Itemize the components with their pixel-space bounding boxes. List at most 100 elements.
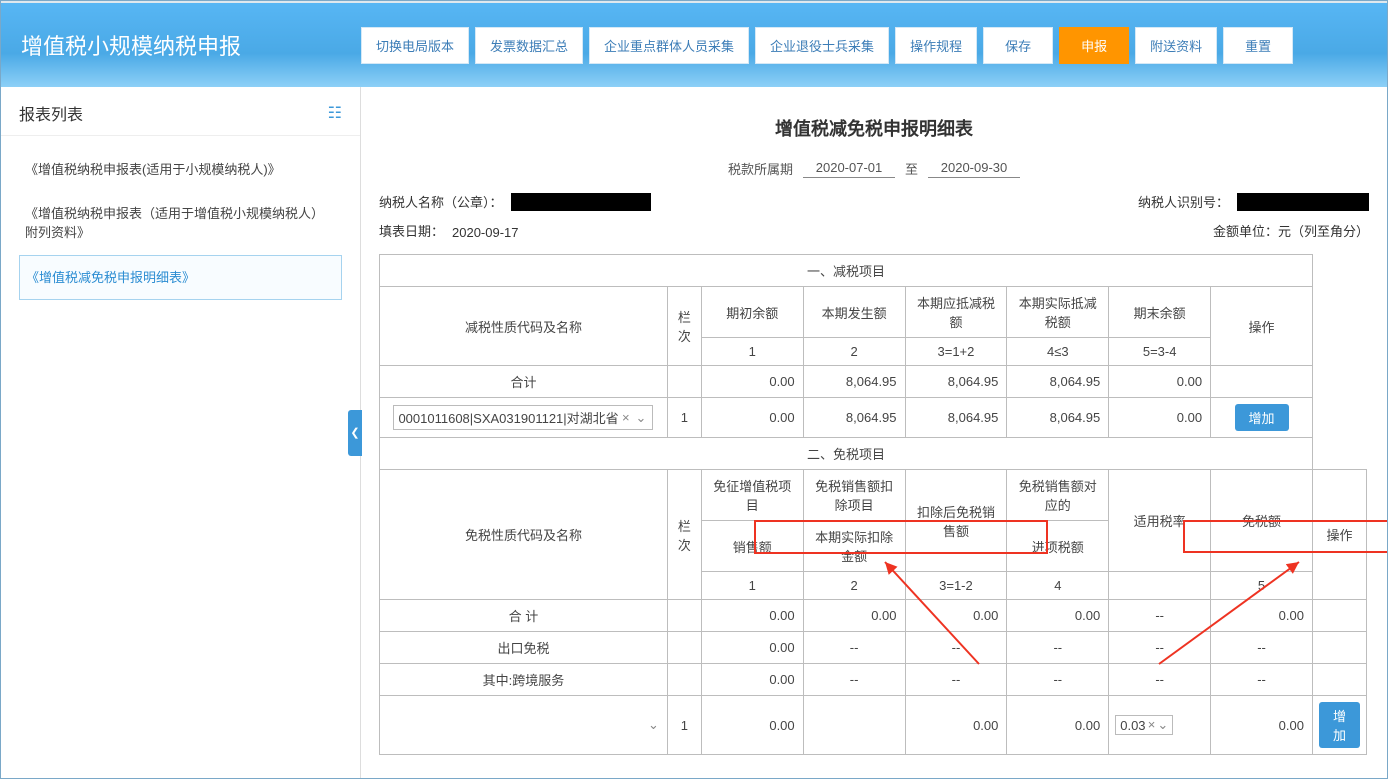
exemption-cross-1: -- bbox=[803, 664, 905, 696]
reduction-row1-lan: 1 bbox=[667, 398, 701, 438]
attachments-button[interactable]: 附送资料 bbox=[1135, 27, 1217, 64]
exemption-sub-1: 本期实际扣除金额 bbox=[803, 521, 905, 572]
period-label: 税款所属期 bbox=[728, 159, 793, 178]
save-button[interactable]: 保存 bbox=[983, 27, 1053, 64]
exemption-total-4: -- bbox=[1109, 600, 1211, 632]
app-header: 增值税小规模纳税申报 切换电局版本 发票数据汇总 企业重点群体人员采集 企业退役… bbox=[1, 3, 1387, 87]
exemption-section-title: 二、免税项目 bbox=[380, 438, 1313, 470]
exemption-cross-4: -- bbox=[1109, 664, 1211, 696]
clear-icon[interactable]: × bbox=[618, 410, 634, 425]
reduction-colnum-4: 5=3-4 bbox=[1109, 338, 1211, 366]
reduction-row1-0[interactable]: 0.00 bbox=[701, 398, 803, 438]
reduction-add-button[interactable]: 增加 bbox=[1235, 404, 1289, 431]
tax-rate-value: 0.03 bbox=[1120, 718, 1145, 733]
reduction-row1-4[interactable]: 0.00 bbox=[1109, 398, 1211, 438]
exemption-code-col: 免税性质代码及名称 bbox=[380, 470, 668, 600]
sidebar-item-report-0[interactable]: 《增值税纳税申报表(适用于小规模纳税人)》 bbox=[19, 148, 342, 192]
layers-icon[interactable]: ☷ bbox=[328, 103, 342, 123]
exemption-colnum-5: 5 bbox=[1211, 572, 1313, 600]
exemption-total-1: 0.00 bbox=[803, 600, 905, 632]
reduction-colnum-2: 3=1+2 bbox=[905, 338, 1007, 366]
toolbar: 切换电局版本 发票数据汇总 企业重点群体人员采集 企业退役士兵采集 操作规程 保… bbox=[361, 27, 1367, 64]
exemption-total-5: 0.00 bbox=[1211, 600, 1313, 632]
sidebar-collapse-handle[interactable]: ❮ bbox=[348, 410, 362, 456]
exemption-total-0: 0.00 bbox=[701, 600, 803, 632]
taxpayer-id-label: 纳税人识别号： bbox=[1138, 192, 1229, 211]
sidebar-item-report-2[interactable]: 《增值税减免税申报明细表》 bbox=[19, 255, 342, 301]
chevron-left-icon: ❮ bbox=[350, 426, 359, 439]
period-to: 2020-09-30 bbox=[928, 160, 1020, 178]
exemption-sub-0: 销售额 bbox=[701, 521, 803, 572]
exemption-cross-label: 其中:跨境服务 bbox=[380, 664, 668, 696]
exemption-export-2: -- bbox=[905, 632, 1007, 664]
exemption-export-5: -- bbox=[1211, 632, 1313, 664]
exemption-total-3: 0.00 bbox=[1007, 600, 1109, 632]
reduction-code-select[interactable]: 0001011608|SXA031901121|对湖北省外的 × ⌄ bbox=[393, 405, 653, 430]
exemption-add-button[interactable]: 增加 bbox=[1319, 702, 1360, 748]
tax-rate-select[interactable]: 0.03 × ⌄ bbox=[1115, 715, 1173, 735]
exemption-colnum-3: 4 bbox=[1007, 572, 1109, 600]
unit-label: 金额单位：元（列至角分） bbox=[1213, 221, 1369, 240]
exemption-colnum-4 bbox=[1109, 572, 1211, 600]
reduction-section-title: 一、减税项目 bbox=[380, 255, 1313, 287]
exemption-colnum-1: 2 bbox=[803, 572, 905, 600]
reduction-row1-1[interactable]: 8,064.95 bbox=[803, 398, 905, 438]
taxpayer-id-value bbox=[1237, 193, 1369, 211]
reduction-lanci: 栏次 bbox=[667, 287, 701, 366]
taxpayer-name-value bbox=[511, 193, 651, 211]
reduction-table: 一、减税项目 减税性质代码及名称 栏次 期初余额 本期发生额 本期应抵减税额 本… bbox=[379, 254, 1367, 755]
exemption-col-0: 免征增值税项目 bbox=[701, 470, 803, 521]
reduction-row1-3[interactable]: 8,064.95 bbox=[1007, 398, 1109, 438]
fill-date-label: 填表日期： bbox=[379, 221, 444, 240]
chevron-down-icon[interactable]: ⌄ bbox=[634, 410, 649, 426]
exemption-edit-2[interactable]: 0.00 bbox=[905, 696, 1007, 755]
exemption-col-2: 扣除后免税销售额 bbox=[905, 470, 1007, 572]
veterans-button[interactable]: 企业退役士兵采集 bbox=[755, 27, 889, 64]
exemption-export-3: -- bbox=[1007, 632, 1109, 664]
taxpayer-name-label: 纳税人名称（公章）： bbox=[379, 192, 503, 211]
invoice-summary-button[interactable]: 发票数据汇总 bbox=[475, 27, 583, 64]
reduction-total-label: 合计 bbox=[380, 366, 668, 398]
period-from: 2020-07-01 bbox=[803, 160, 895, 178]
exemption-export-1: -- bbox=[803, 632, 905, 664]
reset-button[interactable]: 重置 bbox=[1223, 27, 1293, 64]
exemption-total-label: 合 计 bbox=[380, 600, 668, 632]
key-groups-button[interactable]: 企业重点群体人员采集 bbox=[589, 27, 749, 64]
form-content: 增值税减免税申报明细表 税款所属期 2020-07-01 至 2020-09-3… bbox=[361, 87, 1387, 778]
exemption-edit-0[interactable]: 0.00 bbox=[701, 696, 803, 755]
exemption-export-4: -- bbox=[1109, 632, 1211, 664]
switch-edition-button[interactable]: 切换电局版本 bbox=[361, 27, 469, 64]
reduction-total-4: 0.00 bbox=[1109, 366, 1211, 398]
form-title: 增值税减免税申报明细表 bbox=[379, 115, 1369, 141]
sidebar-item-report-1[interactable]: 《增值税纳税申报表（适用于增值税小规模纳税人）附列资料》 bbox=[19, 192, 342, 255]
exemption-col-4: 适用税率 bbox=[1109, 470, 1211, 572]
exemption-edit-last[interactable]: 0.00 bbox=[1211, 696, 1313, 755]
declare-button[interactable]: 申报 bbox=[1059, 27, 1129, 64]
exemption-colnum-2: 3=1-2 bbox=[905, 572, 1007, 600]
reduction-col-0: 期初余额 bbox=[701, 287, 803, 338]
clear-icon[interactable]: × bbox=[1146, 717, 1158, 733]
exemption-edit-1[interactable] bbox=[803, 696, 905, 755]
exemption-total-2: 0.00 bbox=[905, 600, 1007, 632]
reduction-colnum-3: 4≤3 bbox=[1007, 338, 1109, 366]
exemption-lanci: 栏次 bbox=[667, 470, 701, 600]
guide-button[interactable]: 操作规程 bbox=[895, 27, 977, 64]
reduction-total-0: 0.00 bbox=[701, 366, 803, 398]
exemption-op-col: 操作 bbox=[1312, 470, 1366, 600]
exemption-sub-3: 进项税额 bbox=[1007, 521, 1109, 572]
exemption-col-5: 免税额 bbox=[1211, 470, 1313, 572]
exemption-cross-5: -- bbox=[1211, 664, 1313, 696]
exemption-edit-3[interactable]: 0.00 bbox=[1007, 696, 1109, 755]
reduction-op-col: 操作 bbox=[1211, 287, 1313, 366]
exemption-code-select[interactable]: ⌄ bbox=[648, 717, 659, 732]
exemption-cross-2: -- bbox=[905, 664, 1007, 696]
reduction-code-value: 0001011608|SXA031901121|对湖北省外的 bbox=[398, 408, 618, 427]
reduction-colnum-0: 1 bbox=[701, 338, 803, 366]
reduction-colnum-1: 2 bbox=[803, 338, 905, 366]
reduction-code-col: 减税性质代码及名称 bbox=[380, 287, 668, 366]
sidebar: 报表列表 ☷ 《增值税纳税申报表(适用于小规模纳税人)》 《增值税纳税申报表（适… bbox=[1, 87, 361, 778]
reduction-row1-2[interactable]: 8,064.95 bbox=[905, 398, 1007, 438]
exemption-colnum-0: 1 bbox=[701, 572, 803, 600]
reduction-total-1: 8,064.95 bbox=[803, 366, 905, 398]
chevron-down-icon[interactable]: ⌄ bbox=[1157, 717, 1168, 733]
